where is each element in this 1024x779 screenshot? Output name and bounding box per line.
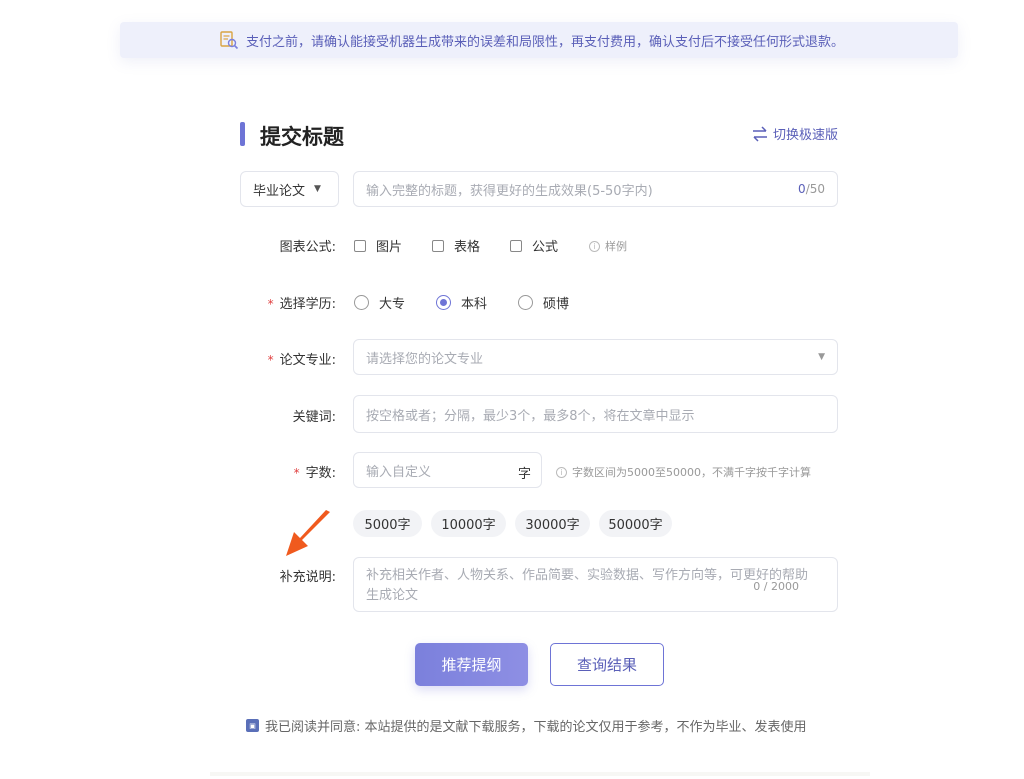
radio-bachelor[interactable]: 本科 <box>436 293 487 312</box>
paper-type-select[interactable]: 毕业论文 ▼ <box>240 171 339 207</box>
checkbox-image-label: 图片 <box>376 240 403 255</box>
word-count-hint-text: 字数区间为5000至50000，不满千字按千字计算 <box>572 466 811 479</box>
checkbox-image[interactable]: 图片 <box>354 236 402 255</box>
word-preset-30000[interactable]: 30000字 <box>515 510 590 537</box>
title-char-counter: 0/50 <box>798 182 825 196</box>
chart-formula-label: 图表公式: <box>279 240 336 255</box>
keywords-placeholder: 按空格或者；分隔，最少3个，最多8个，将在文章中显示 <box>366 408 695 424</box>
title-count: 0 <box>798 182 806 196</box>
radio-circle-selected[interactable] <box>436 295 451 310</box>
checkbox-box[interactable] <box>354 239 366 252</box>
example-link[interactable]: i 样例 <box>589 238 627 254</box>
word-preset-5000[interactable]: 5000字 <box>353 510 422 537</box>
checkbox-formula[interactable]: 公式 <box>510 236 558 255</box>
keywords-input[interactable]: 按空格或者；分隔，最少3个，最多8个，将在文章中显示 <box>353 395 838 433</box>
payment-notice: 支付之前，请确认能接受机器生成带来的误差和局限性，再支付费用，确认支付后不接受任… <box>120 22 958 58</box>
example-label: 样例 <box>605 240 627 253</box>
recommend-outline-button[interactable]: 推荐提纲 <box>415 643 528 686</box>
footer-divider <box>210 772 870 776</box>
radio-master-phd[interactable]: 硕博 <box>518 293 569 312</box>
remark-label: 补充说明: <box>279 570 336 585</box>
remark-placeholder: 补充相关作者、人物关系、作品简要、实验数据、写作方向等，可更好的帮助 生成论文 <box>366 566 808 606</box>
checkbox-box[interactable] <box>432 239 444 252</box>
info-icon: i <box>556 466 567 478</box>
required-mark: * <box>293 466 300 480</box>
word-preset-50000[interactable]: 50000字 <box>599 510 672 537</box>
notice-text: 支付之前，请确认能接受机器生成带来的误差和局限性，再支付费用，确认支付后不接受任… <box>246 34 845 50</box>
major-select[interactable]: 请选择您的论文专业 ▼ <box>353 339 838 375</box>
remark-char-counter: 0 / 2000 <box>753 580 799 593</box>
caret-down-icon: ▼ <box>314 184 321 194</box>
required-mark: * <box>267 353 274 367</box>
swap-arrows-icon <box>750 125 770 143</box>
page-title: 提交标题 <box>260 125 344 149</box>
radio-junior-college[interactable]: 大专 <box>354 293 405 312</box>
radio-bachelor-label: 本科 <box>461 297 488 312</box>
major-placeholder: 请选择您的论文专业 <box>366 351 484 367</box>
major-label-text: 论文专业: <box>279 353 336 368</box>
page: 支付之前，请确认能接受机器生成带来的误差和局限性，再支付费用，确认支付后不接受任… <box>0 0 1024 779</box>
checkbox-table[interactable]: 表格 <box>432 236 480 255</box>
word-count-label: * 字数: <box>236 462 336 481</box>
agreement-text: 我已阅读并同意: 本站提供的是文献下载服务，下载的论文仅用于参考，不作为毕业、发… <box>265 720 807 735</box>
agreement-checkbox-icon[interactable]: ▣ <box>246 719 259 732</box>
radio-junior-college-label: 大专 <box>379 297 406 312</box>
checkbox-table-label: 表格 <box>454 240 481 255</box>
radio-master-phd-label: 硕博 <box>543 297 570 312</box>
word-count-input[interactable]: 输入自定义 字 <box>353 452 542 488</box>
radio-circle[interactable] <box>518 295 533 310</box>
checkbox-formula-label: 公式 <box>532 240 559 255</box>
word-count-unit: 字 <box>517 467 531 482</box>
query-results-button[interactable]: 查询结果 <box>550 643 664 686</box>
paper-type-value: 毕业论文 <box>253 183 306 199</box>
checkbox-box[interactable] <box>510 239 522 252</box>
major-label: * 论文专业: <box>236 349 336 368</box>
radio-circle[interactable] <box>354 295 369 310</box>
title-count-max: /50 <box>805 182 825 196</box>
keywords-label: 关键词: <box>292 410 336 425</box>
switch-fast-mode-button[interactable]: 切换极速版 <box>750 124 838 143</box>
search-document-icon <box>218 29 240 51</box>
remark-placeholder-line2: 生成论文 <box>366 588 419 603</box>
word-count-placeholder: 输入自定义 <box>366 464 432 480</box>
caret-down-icon: ▼ <box>818 352 825 362</box>
word-count-label-text: 字数: <box>305 466 336 481</box>
education-label-text: 选择学历: <box>279 297 336 312</box>
pointer-arrow-icon <box>282 510 334 564</box>
title-input-placeholder: 输入完整的标题，获得更好的生成效果(5-50字内) <box>366 183 653 199</box>
switch-label: 切换极速版 <box>773 128 839 143</box>
word-preset-10000[interactable]: 10000字 <box>431 510 506 537</box>
word-count-hint: i 字数区间为5000至50000，不满千字按千字计算 <box>556 464 811 480</box>
required-mark: * <box>267 297 274 311</box>
education-label: * 选择学历: <box>236 293 336 312</box>
title-accent-bar <box>240 122 245 146</box>
title-input[interactable]: 输入完整的标题，获得更好的生成效果(5-50字内) 0/50 <box>353 171 838 207</box>
agreement[interactable]: ▣ 我已阅读并同意: 本站提供的是文献下载服务，下载的论文仅用于参考，不作为毕业… <box>246 716 807 735</box>
info-icon: i <box>589 240 600 252</box>
remark-placeholder-line1: 补充相关作者、人物关系、作品简要、实验数据、写作方向等，可更好的帮助 <box>366 568 809 583</box>
remark-textarea[interactable]: 补充相关作者、人物关系、作品简要、实验数据、写作方向等，可更好的帮助 生成论文 … <box>353 557 838 612</box>
